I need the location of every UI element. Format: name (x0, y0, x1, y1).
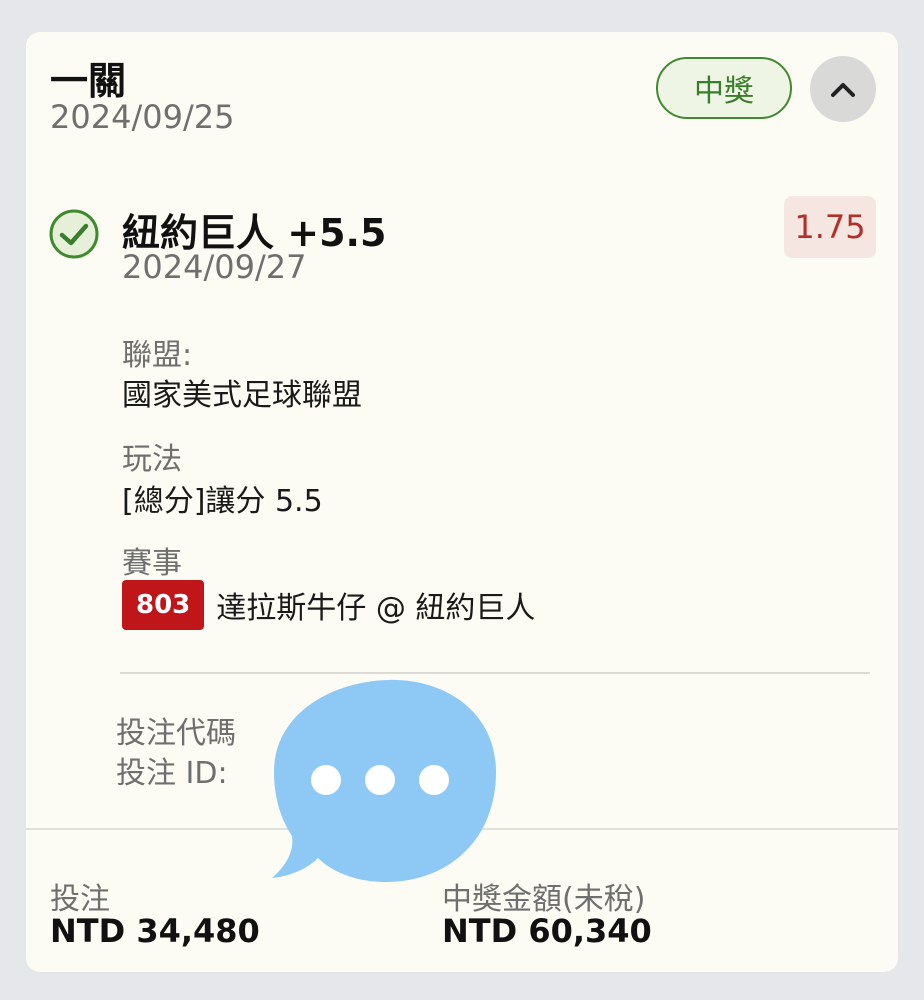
stake-value: NTD 34,480 (50, 912, 260, 950)
status-badge: 中獎 (656, 57, 792, 119)
chevron-up-icon (831, 83, 855, 97)
bet-code-label: 投注代碼 (116, 716, 236, 751)
bet-date: 2024/09/25 (50, 98, 235, 136)
selection-date: 2024/09/27 (122, 248, 307, 286)
bet-type-title: 一關 (50, 59, 127, 103)
event-label: 賽事 (122, 546, 182, 581)
odds-badge: 1.75 (784, 196, 876, 258)
event-name: 達拉斯牛仔 @ 紐約巨人 (216, 591, 536, 626)
payout-value: NTD 60,340 (442, 912, 652, 950)
collapse-button[interactable] (810, 56, 876, 122)
bet-id-label: 投注 ID: (116, 756, 228, 791)
bet-card: 一關 2024/09/25 中獎 紐約巨人 +5.5 2024/09/27 1.… (26, 32, 898, 972)
market-label: 玩法 (122, 442, 182, 477)
market-value: [總分]讓分 5.5 (122, 484, 323, 519)
event-row: 803 達拉斯牛仔 @ 紐約巨人 (122, 580, 535, 630)
league-label: 聯盟: (122, 338, 193, 373)
check-circle-icon (49, 209, 99, 259)
event-number-badge: 803 (122, 580, 205, 630)
league-value: 國家美式足球聯盟 (122, 378, 362, 413)
chat-bubble-icon (272, 679, 496, 882)
